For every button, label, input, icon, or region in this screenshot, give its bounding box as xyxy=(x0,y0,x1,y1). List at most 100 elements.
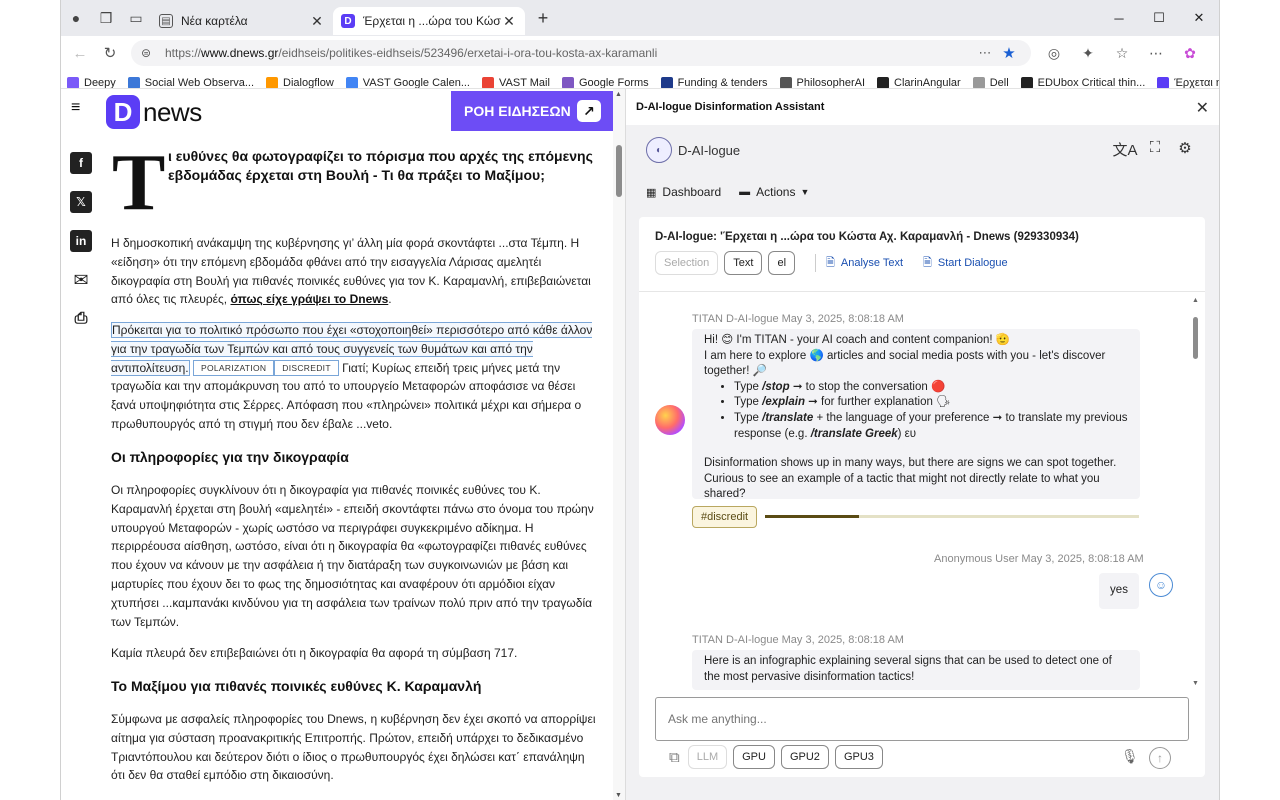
workspaces-icon[interactable]: ❒ xyxy=(91,0,121,36)
nav-dashboard[interactable]: ▦ Dashboard xyxy=(646,185,721,199)
favorite-star-icon[interactable]: ★ xyxy=(997,44,1021,62)
extensions-icon[interactable]: ✦ xyxy=(1071,40,1105,66)
paragraph-4: Καμία πλευρά δεν επιβεβαιώνει ότι η δικο… xyxy=(111,646,518,660)
menu-search-icon[interactable]: ≡ xyxy=(71,99,95,121)
gpu3-button[interactable]: GPU3 xyxy=(834,745,883,769)
document-icon: 🗎 xyxy=(923,256,932,269)
tag-discredit[interactable]: DISCREDIT xyxy=(274,359,339,376)
tag-progress-fill xyxy=(765,515,859,518)
close-window-icon[interactable]: ✕ xyxy=(1179,0,1219,36)
translate-icon[interactable]: 文A xyxy=(1110,139,1140,160)
chat-scrollbar[interactable]: ▲ ▼ xyxy=(1191,297,1201,687)
copy-icon[interactable]: ⧉ xyxy=(669,749,680,766)
app-name: D-AI-logue xyxy=(678,142,741,158)
assistant-app: ◐ D-AI-logue 文A ⛶ ⚙ ▦ Dashboard ▬ Action… xyxy=(626,125,1218,800)
close-panel-icon[interactable]: ✕ xyxy=(1196,98,1209,118)
tab-title: Νέα καρτέλα xyxy=(181,14,248,28)
paragraph-3: Οι πληροφορίες συγκλίνουν ότι η δικογραφ… xyxy=(111,483,594,629)
analyse-text-button[interactable]: 🗎 Analyse Text xyxy=(826,254,903,273)
more-options-icon[interactable]: ⋯ xyxy=(973,45,997,61)
desktop-left xyxy=(0,0,60,800)
side-panel: D-AI-logue Disinformation Assistant ✕ ◐ … xyxy=(625,89,1219,800)
favorites-icon[interactable]: ☆ xyxy=(1105,40,1139,66)
copilot-icon[interactable]: ◎ xyxy=(1037,40,1071,66)
user-avatar-icon: ☺ xyxy=(1149,573,1173,597)
maximize-icon[interactable]: ☐ xyxy=(1139,0,1179,36)
tag-polarization[interactable]: POLARIZATION xyxy=(192,359,275,376)
edge-copilot-icon[interactable]: ✿ xyxy=(1173,40,1207,66)
start-dialogue-button[interactable]: 🗎 Start Dialogue xyxy=(923,254,1008,273)
profile-icon[interactable]: ● xyxy=(61,0,91,36)
side-panel-header: D-AI-logue Disinformation Assistant ✕ xyxy=(626,89,1219,125)
tab-strip: ● ❒ ▭ ▤ Νέα καρτέλα ✕ D Έρχεται η ...ώρα… xyxy=(61,0,1219,36)
address-bar[interactable]: ⊜ https://www.dnews.gr/eidhseis/politike… xyxy=(131,40,1031,66)
live-news-button[interactable]: ΡΟΗ ΕΙΔΗΣΕΩΝ ↗ xyxy=(451,91,613,131)
dailogue-logo-icon: ◐ xyxy=(646,137,672,163)
language-button[interactable]: el xyxy=(768,251,796,275)
content-area: ≡ D news ΡΟΗ ΕΙΔΗΣΕΩΝ ↗ f 𝕏 in ✉ ⎙ Τ ι ε… xyxy=(61,88,1219,800)
scroll-down-icon[interactable]: ▼ xyxy=(615,792,622,799)
article-link[interactable]: όπως είχε γράψει το Dnews xyxy=(231,292,389,306)
card-title: D-AI-logue: 'Έρχεται η ...ώρα του Κώστα … xyxy=(655,231,1079,243)
close-tab-icon[interactable]: ✕ xyxy=(501,13,517,30)
print-icon[interactable]: ⎙ xyxy=(70,308,92,330)
article-headline: ι ευθύνες θα φωτογραφίζει το πόρισμα που… xyxy=(168,148,593,183)
section-heading-2: Το Μαξίμου για πιθανές ποινικές ευθύνες … xyxy=(111,678,482,694)
scroll-thumb[interactable] xyxy=(616,145,622,197)
linkedin-icon[interactable]: in xyxy=(70,230,92,252)
chat-icon: ▬ xyxy=(739,186,751,198)
site-info-icon[interactable]: ⊜ xyxy=(141,46,157,60)
message-meta: TITAN D-AI-logue May 3, 2025, 8:08:18 AM xyxy=(692,634,904,646)
dnews-logo[interactable]: D news xyxy=(106,95,202,129)
tab-dnews[interactable]: D Έρχεται η ...ώρα του Κώστα Αχ. ✕ xyxy=(333,7,525,35)
tab-new-tab[interactable]: ▤ Νέα καρτέλα ✕ xyxy=(151,7,333,35)
new-tab-button[interactable]: + xyxy=(529,4,557,32)
gear-icon[interactable]: ⚙ xyxy=(1170,139,1200,160)
desktop-right xyxy=(1220,0,1280,800)
facebook-icon[interactable]: f xyxy=(70,152,92,174)
close-tab-icon[interactable]: ✕ xyxy=(309,13,325,30)
x-icon[interactable]: 𝕏 xyxy=(70,191,92,213)
tab-actions-icon[interactable]: ▭ xyxy=(121,0,151,36)
reload-icon[interactable]: ↻ xyxy=(95,40,125,66)
dialogue-card: D-AI-logue: 'Έρχεται η ...ώρα του Κώστα … xyxy=(639,217,1205,777)
text-button[interactable]: Text xyxy=(724,251,763,275)
paragraph-1: Η δημοσκοπική ανάκαμψη της κυβέρνησης γι… xyxy=(111,236,591,307)
chevron-down-icon: ▼ xyxy=(800,187,810,197)
url-text[interactable]: https://www.dnews.gr/eidhseis/politikes-… xyxy=(165,46,973,60)
settings-more-icon[interactable]: ⋯ xyxy=(1139,40,1173,66)
scroll-thumb[interactable] xyxy=(1193,317,1198,359)
paragraph-5: Σύμφωνα με ασφαλείς πληροφορίες του Dnew… xyxy=(111,712,596,783)
user-message: yes xyxy=(1099,573,1139,609)
message-meta: Anonymous User May 3, 2025, 8:08:18 AM xyxy=(934,553,1144,565)
scroll-down-icon[interactable]: ▼ xyxy=(1192,680,1199,687)
document-icon: 🗎 xyxy=(826,256,835,269)
new-tab-icon: ▤ xyxy=(159,14,173,28)
back-icon[interactable]: ← xyxy=(65,40,95,66)
llm-button[interactable]: LLM xyxy=(687,745,728,769)
gpu-button[interactable]: GPU xyxy=(733,745,775,769)
mail-icon[interactable]: ✉ xyxy=(70,269,92,291)
tag-progress xyxy=(765,515,1139,518)
discredit-tag-button[interactable]: #discredit xyxy=(692,506,758,528)
selection-button[interactable]: Selection xyxy=(655,251,719,275)
bot-avatar xyxy=(655,405,685,435)
nav-actions[interactable]: ▬ Actions ▼ xyxy=(739,185,809,199)
article-scrollbar[interactable]: ▲ ▼ xyxy=(613,89,625,800)
side-panel-title: D-AI-logue Disinformation Assistant xyxy=(636,101,825,113)
address-row: ← ↻ ⊜ https://www.dnews.gr/eidhseis/poli… xyxy=(61,40,1219,66)
fullscreen-icon[interactable]: ⛶ xyxy=(1140,139,1170,160)
section-heading-1: Οι πληροφορίες για την δικογραφία xyxy=(111,449,349,465)
dnews-favicon-icon: D xyxy=(341,14,355,28)
scroll-up-icon[interactable]: ▲ xyxy=(615,91,622,98)
minimize-icon[interactable]: ─ xyxy=(1099,0,1139,36)
paragraph-2: Πρόκειται για το πολιτικό πρόσωπο που έχ… xyxy=(111,322,593,431)
send-icon[interactable]: ↑ xyxy=(1149,747,1171,769)
divider xyxy=(815,254,817,272)
mic-off-icon[interactable]: 🎙 xyxy=(1121,748,1139,765)
browser-window: ● ❒ ▭ ▤ Νέα καρτέλα ✕ D Έρχεται η ...ώρα… xyxy=(60,0,1220,800)
chat-input[interactable] xyxy=(655,697,1189,741)
chat-input-field[interactable] xyxy=(668,712,1188,726)
gpu2-button[interactable]: GPU2 xyxy=(780,745,829,769)
scroll-up-icon[interactable]: ▲ xyxy=(1192,297,1199,304)
